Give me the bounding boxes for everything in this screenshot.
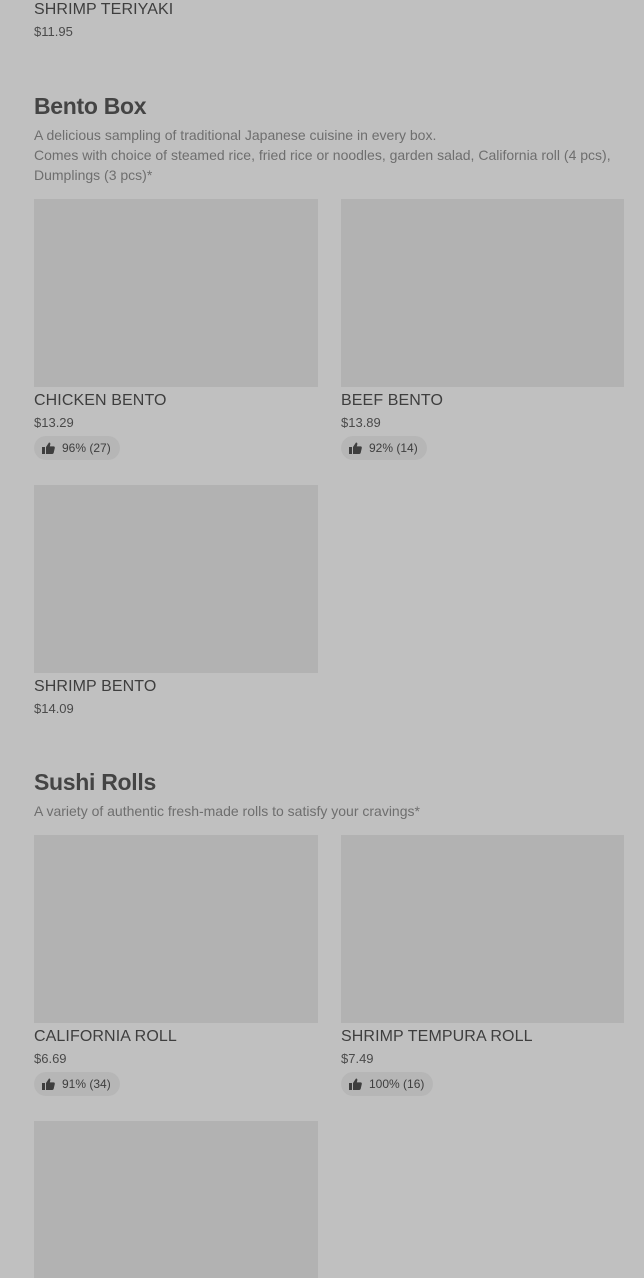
- rating-badge: 91% (34): [34, 1072, 120, 1096]
- section-description: A delicious sampling of traditional Japa…: [34, 125, 624, 185]
- item-image: [341, 835, 624, 1023]
- item-image: [34, 485, 318, 673]
- item-image: [341, 199, 624, 387]
- menu-item-card[interactable]: SHRIMP BENTO $14.09: [34, 485, 318, 718]
- item-price: $14.09: [34, 701, 74, 716]
- rating-badge: 92% (14): [341, 436, 427, 460]
- menu-item-card[interactable]: CHICKEN BENTO $13.29 96% (27): [34, 199, 318, 460]
- item-name: SHRIMP TEMPURA ROLL: [341, 1028, 533, 1045]
- thumbs-up-icon: [42, 1078, 55, 1090]
- item-name: BEEF BENTO: [341, 392, 444, 409]
- item-image: [34, 1121, 318, 1278]
- rating-text: 100% (16): [369, 1077, 425, 1091]
- item-name: CALIFORNIA ROLL: [34, 1028, 177, 1045]
- thumbs-up-icon: [349, 442, 362, 454]
- menu-item-card[interactable]: CALIFORNIA ROLL $6.69 91% (34): [34, 835, 318, 1096]
- rating-badge: 100% (16): [341, 1072, 434, 1096]
- item-name: SHRIMP BENTO: [34, 678, 157, 695]
- item-price: $13.89: [341, 415, 381, 430]
- rating-text: 91% (34): [62, 1077, 111, 1091]
- section-description-line: A variety of authentic fresh-made rolls …: [34, 803, 420, 819]
- item-image: [34, 199, 318, 387]
- thumbs-up-icon: [42, 442, 55, 454]
- rating-text: 92% (14): [369, 441, 418, 455]
- item-price: $11.95: [34, 24, 73, 39]
- thumbs-up-icon: [349, 1078, 362, 1090]
- section-description-line: A delicious sampling of traditional Japa…: [34, 127, 437, 143]
- item-image: [34, 835, 318, 1023]
- item-name: CHICKEN BENTO: [34, 392, 167, 409]
- item-price: $7.49: [341, 1051, 374, 1066]
- rating-text: 96% (27): [62, 441, 111, 455]
- rating-badge: 96% (27): [34, 436, 120, 460]
- section-title: Sushi Rolls: [34, 769, 156, 795]
- section-sushi-rolls: Sushi Rolls A variety of authentic fresh…: [34, 768, 624, 821]
- item-price: $13.29: [34, 415, 74, 430]
- menu-item-card[interactable]: BEEF BENTO $13.89 92% (14): [341, 199, 624, 460]
- section-bento-box: Bento Box A delicious sampling of tradit…: [34, 92, 624, 185]
- section-description: A variety of authentic fresh-made rolls …: [34, 801, 624, 821]
- menu-item-shrimp-teriyaki[interactable]: SHRIMP TERIYAKI $11.95: [34, 0, 318, 41]
- menu-item-card[interactable]: SHRIMP TEMPURA ROLL $7.49 100% (16): [341, 835, 624, 1096]
- item-name: SHRIMP TERIYAKI: [34, 1, 174, 18]
- item-price: $6.69: [34, 1051, 67, 1066]
- menu-item-card[interactable]: [34, 1121, 318, 1278]
- section-description-line: Comes with choice of steamed rice, fried…: [34, 147, 611, 183]
- section-title: Bento Box: [34, 93, 147, 119]
